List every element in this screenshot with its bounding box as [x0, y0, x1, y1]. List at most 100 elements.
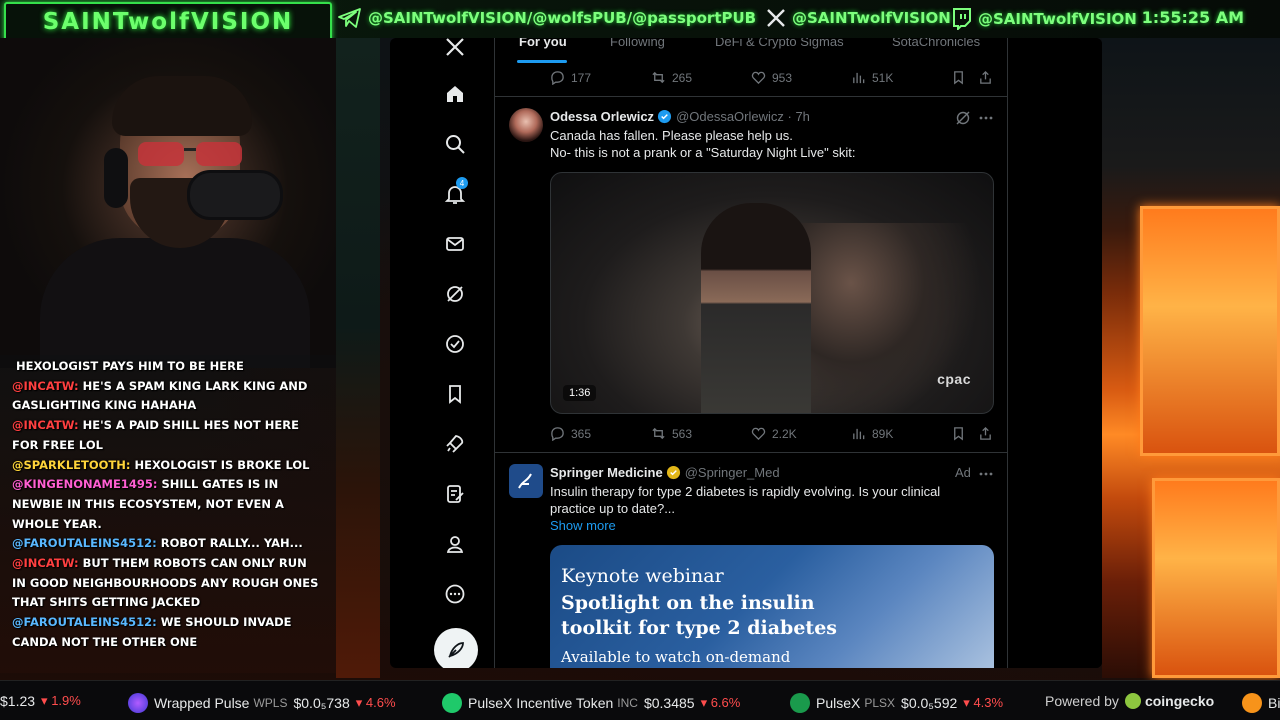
mail-icon	[446, 237, 464, 251]
repost-count: 563	[672, 426, 693, 441]
bookmark-button[interactable]	[951, 426, 972, 441]
x-home-logo[interactable]	[442, 38, 468, 60]
nav-more[interactable]	[442, 581, 468, 607]
ticker-item: PulseX PLSX $0.0₅592 ▾ 4.3%	[790, 693, 1003, 713]
reply-button[interactable]: 365	[550, 426, 591, 441]
notification-badge: 4	[456, 177, 468, 189]
nav-bookmarks[interactable]	[442, 381, 468, 407]
timeline-feed: For you Following DeFi & Crypto Sigmas S…	[494, 38, 1009, 668]
ticker-change: ▾ 6.6%	[700, 695, 741, 710]
views-button[interactable]: 89K	[851, 426, 893, 441]
chat-message: @INCATW: HE'S A PAID SHILL HES NOT HERE F…	[12, 416, 324, 455]
ticker-name: PulseX Incentive Token	[468, 695, 614, 711]
brand-logo: SAINTwolfVISION	[4, 2, 332, 42]
views-button[interactable]: 51K	[851, 70, 893, 85]
post-text: Canada has fallen. Please please help us…	[550, 127, 855, 161]
ad-image-text: Spotlight on the insulin	[561, 592, 815, 614]
bookmark-button[interactable]	[951, 70, 972, 85]
chat-message: HEXOLOGIST PAYS HIM TO BE HERE	[12, 357, 324, 377]
coingecko-label: coingecko	[1144, 693, 1215, 709]
share-button[interactable]	[978, 426, 999, 441]
reply-button[interactable]: 177	[550, 70, 591, 85]
ticker-change: ▾ 1.9%	[41, 693, 81, 708]
repost-count: 265	[672, 70, 693, 85]
headphone	[104, 148, 128, 208]
like-button[interactable]: 953	[751, 70, 792, 85]
nav-articles[interactable]	[442, 481, 468, 507]
nav-jobs[interactable]	[442, 431, 468, 457]
profile-icon	[446, 536, 464, 553]
ad-image-text: Available to watch on-demand	[561, 648, 791, 666]
verified-orgs-icon	[446, 335, 464, 353]
repost-button[interactable]: 265	[651, 70, 692, 85]
ticker-price: $1.23	[0, 693, 36, 709]
more-options-icon[interactable]	[978, 110, 994, 126]
gold-verified-badge-icon	[666, 465, 680, 480]
nav-verified[interactable]	[442, 331, 468, 357]
feather-icon	[448, 642, 464, 658]
chat-text: HEXOLOGIST PAYS HIM TO BE HERE	[16, 359, 244, 373]
nav-explore[interactable]	[442, 131, 468, 157]
post-author[interactable]: Odessa Orlewicz @OdessaOrlewicz · 7h	[550, 109, 810, 124]
bitcoin-icon	[1242, 693, 1262, 713]
view-count: 89K	[872, 426, 894, 441]
twitch-icon	[953, 8, 971, 30]
x-logo-icon	[767, 9, 785, 27]
nav-profile[interactable]	[442, 531, 468, 557]
show-more-link[interactable]: Show more	[550, 517, 940, 534]
reply-count: 177	[571, 70, 592, 85]
right-column-empty	[1008, 38, 1102, 668]
author-handle: @Springer_Med	[684, 465, 780, 480]
divider	[495, 96, 1009, 97]
ticker-item: $1.23 ▾ 1.9%	[0, 693, 81, 709]
share-button[interactable]	[978, 70, 999, 85]
grok-explain-icon[interactable]	[955, 110, 971, 126]
telegram-handle-text: @SAINTwolfVISION/@wolfsPUB/@passportPUB	[368, 9, 757, 27]
ticker-symbol: INC	[617, 696, 638, 710]
tab-following[interactable]: Following	[610, 38, 665, 49]
avatar[interactable]	[509, 108, 543, 142]
stream-scene: SAINTwolfVISION @SAINTwolfVISION/@wolfsP…	[0, 0, 1280, 720]
ticker-symbol: WPLS	[253, 696, 288, 710]
wpls-icon	[128, 693, 148, 713]
repost-icon	[652, 71, 665, 84]
chat-panel: HEXOLOGIST PAYS HIM TO BE HERE @INCATW: H…	[0, 355, 336, 673]
video-watermark: cpac	[937, 371, 971, 387]
chat-text: ROBOT RALLY... YAH...	[160, 536, 303, 551]
nav-home[interactable]	[442, 81, 468, 107]
springer-logo-icon	[518, 473, 532, 489]
ticker-attribution: Powered by coingecko	[1045, 693, 1214, 709]
tab-for-you[interactable]: For you	[519, 38, 567, 49]
post-author[interactable]: Springer Medicine @Springer_Med	[550, 465, 780, 480]
tab-sotachronicles[interactable]: SotaChronicles	[892, 38, 980, 49]
inc-icon	[442, 693, 462, 713]
repost-button[interactable]: 563	[651, 426, 692, 441]
glowing-window	[1140, 206, 1280, 456]
heart-icon	[751, 427, 766, 441]
nav-notifications[interactable]: 4	[442, 177, 468, 207]
author-name: Springer Medicine	[550, 465, 663, 480]
views-icon	[853, 428, 865, 440]
compose-post-button[interactable]	[434, 628, 478, 668]
reply-icon	[551, 71, 564, 85]
more-options-icon[interactable]	[978, 466, 994, 482]
chat-username: @FAROUTALEINS4512:	[12, 615, 157, 630]
avatar[interactable]	[509, 464, 543, 498]
x-logo-icon	[446, 38, 464, 56]
tab-defi-crypto-sigmas[interactable]: DeFi & Crypto Sigmas	[715, 38, 844, 49]
ticker-name: Bi	[1268, 695, 1280, 711]
ad-image[interactable]: Keynote webinar Spotlight on the insulin…	[550, 545, 994, 668]
post-text-line: Canada has fallen. Please please help us…	[550, 128, 793, 143]
ticker-name: PulseX	[816, 695, 861, 711]
bookmark-icon	[954, 71, 963, 85]
crypto-ticker: $1.23 ▾ 1.9% Wrapped Pulse WPLS $0.0₅738…	[0, 680, 1280, 720]
sunglasses	[138, 142, 242, 166]
post-actions: 177 265 953 51K	[495, 70, 1009, 90]
nav-grok[interactable]	[442, 281, 468, 307]
powered-by-label: Powered by	[1045, 693, 1119, 709]
post-video[interactable]: 1:36 cpac	[550, 172, 994, 414]
nav-messages[interactable]	[442, 231, 468, 257]
view-count: 51K	[872, 70, 894, 85]
twitch-handle: @SAINTwolfVISION	[952, 8, 1137, 30]
like-button[interactable]: 2.2K	[751, 426, 797, 441]
